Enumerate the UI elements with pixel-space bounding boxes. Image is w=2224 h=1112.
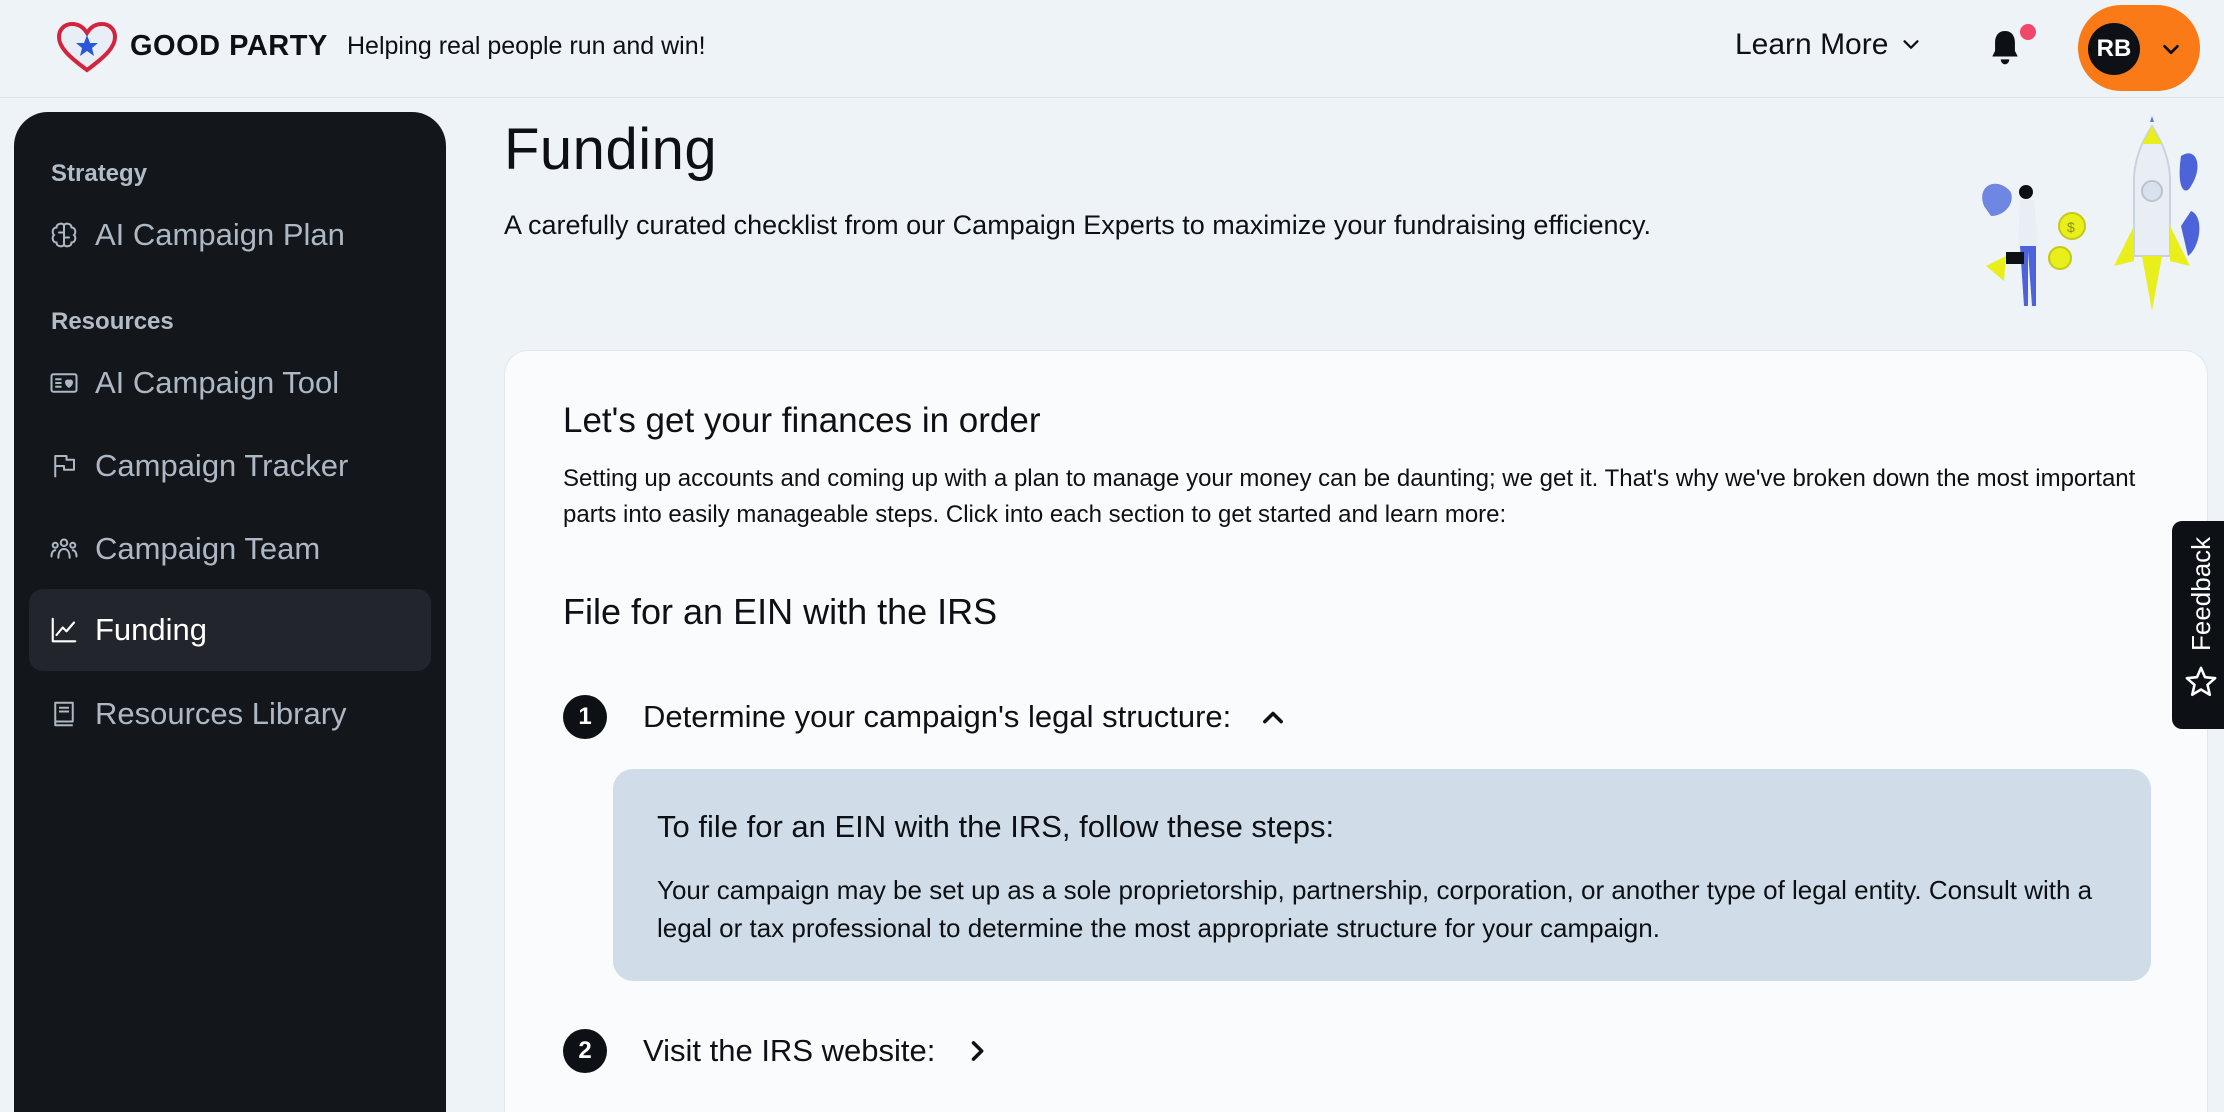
chevron-down-icon	[2163, 44, 2179, 55]
card-intro: Setting up accounts and coming up with a…	[563, 465, 2136, 528]
top-header: GOOD PARTY Helping real people run and w…	[0, 0, 2224, 98]
sidebar-section-resources: Resources	[51, 308, 174, 335]
sidebar-item-ai-campaign-plan[interactable]: AI Campaign Plan	[29, 194, 431, 276]
step-2-toggle[interactable]: 2 Visit the IRS website:	[563, 1029, 991, 1073]
flag-icon	[54, 455, 75, 478]
panel-heading: To file for an EIN with the IRS, follow …	[657, 809, 1335, 844]
sidebar-item-label: AI Campaign Plan	[95, 217, 345, 252]
step-number: 1	[563, 695, 607, 739]
chevron-right-icon	[972, 1041, 984, 1061]
bell-icon[interactable]	[1988, 28, 2022, 68]
brand-name[interactable]: GOOD PARTY	[130, 30, 328, 63]
chart-line-icon	[51, 617, 77, 643]
book-icon	[54, 701, 74, 727]
svg-text:$: $	[2067, 219, 2075, 235]
step-1-panel: To file for an EIN with the IRS, follow …	[613, 769, 2151, 981]
sidebar-item-resources-library[interactable]: Resources Library	[29, 673, 431, 755]
card-heading: Let's get your finances in order	[563, 401, 1041, 440]
panel-body: Your campaign may be set up as a sole pr…	[657, 875, 2093, 943]
team-icon	[50, 538, 78, 559]
chevron-down-icon	[1903, 40, 1919, 49]
step-number: 2	[563, 1029, 607, 1073]
page-title: Funding	[504, 117, 718, 182]
sidebar-item-campaign-tracker[interactable]: Campaign Tracker	[29, 425, 431, 507]
chevron-up-icon	[1263, 711, 1284, 724]
rocket-illustration: $	[1982, 116, 2200, 311]
sidebar-item-funding[interactable]: Funding	[29, 589, 431, 671]
section-title: File for an EIN with the IRS	[563, 591, 998, 632]
sidebar-item-label: Campaign Team	[95, 531, 321, 566]
sidebar-item-label: AI Campaign Tool	[95, 365, 340, 400]
funding-checklist-card: Let's get your finances in order Setting…	[504, 350, 2208, 1112]
sidebar: Strategy AI Campaign Plan Resources AI C…	[14, 112, 446, 1112]
sidebar-item-ai-campaign-tool[interactable]: AI Campaign Tool	[29, 342, 431, 424]
id-card-icon	[50, 373, 78, 393]
feedback-label: Feedback	[2186, 536, 2216, 651]
step-1-toggle[interactable]: 1 Determine your campaign's legal struct…	[563, 695, 1287, 739]
brain-icon	[51, 222, 77, 248]
page-subtitle: A carefully curated checklist from our C…	[504, 210, 1651, 240]
good-party-logo-icon[interactable]	[56, 22, 118, 74]
sidebar-item-label: Resources Library	[95, 696, 347, 731]
sidebar-item-label: Campaign Tracker	[95, 448, 349, 483]
notification-dot	[2020, 24, 2036, 40]
user-menu-button[interactable]: RB	[2078, 5, 2200, 91]
learn-more-label: Learn More	[1735, 28, 1889, 61]
step-title: Determine your campaign's legal structur…	[643, 699, 1232, 734]
sidebar-item-label: Funding	[95, 612, 208, 647]
step-title: Visit the IRS website:	[643, 1033, 936, 1068]
learn-more-menu[interactable]: Learn More	[1735, 28, 1922, 62]
avatar: RB	[2088, 23, 2140, 75]
sidebar-item-campaign-team[interactable]: Campaign Team	[29, 508, 431, 590]
feedback-tab[interactable]: Feedback	[2172, 521, 2224, 729]
star-icon	[2185, 666, 2217, 697]
sidebar-section-strategy: Strategy	[51, 160, 148, 187]
tagline: Helping real people run and win!	[347, 32, 706, 60]
